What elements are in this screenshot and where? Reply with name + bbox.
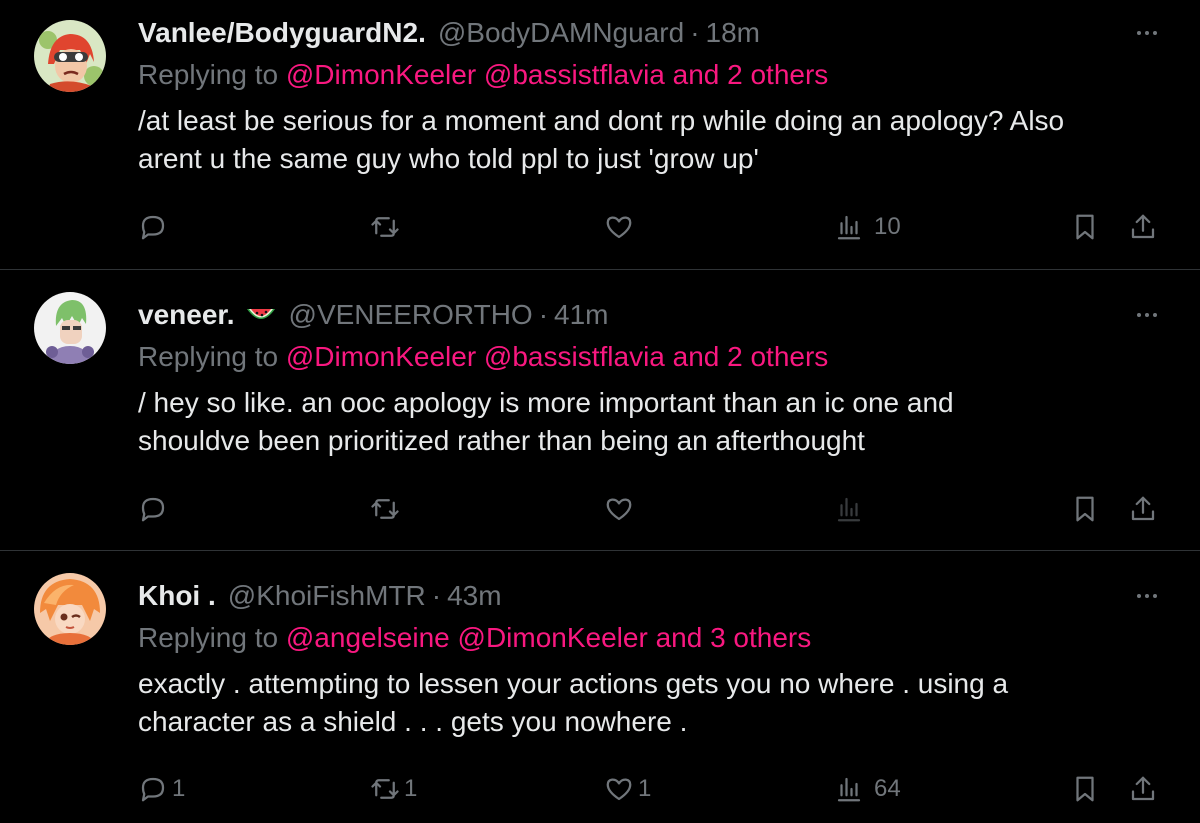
heart-icon	[606, 216, 632, 239]
like-button[interactable]: 1	[604, 769, 651, 809]
more-dots-icon	[1137, 594, 1157, 598]
mention-links[interactable]: @DimonKeeler @bassistflavia and 2 others	[286, 341, 828, 372]
tweet-text-line: shouldve been prioritized rather than be…	[138, 425, 865, 456]
tweet-text-line: /at least be serious for a moment and do…	[138, 105, 1065, 136]
tweet-text-line: arent u the same guy who told ppl to jus…	[138, 143, 759, 174]
reply-count: 1	[172, 775, 186, 802]
reply-button[interactable]: 1	[138, 769, 185, 809]
bookmark-button[interactable]	[1070, 769, 1100, 809]
share-icon	[1131, 776, 1155, 801]
reply-icon	[141, 777, 165, 802]
views-button[interactable]: 64	[834, 769, 901, 809]
bookmark-icon	[1076, 214, 1094, 240]
separator-dot: ·	[690, 17, 700, 48]
heart-icon	[606, 778, 632, 801]
more-options-button[interactable]	[1132, 18, 1162, 48]
reply-icon	[141, 497, 165, 522]
more-dots-icon	[1137, 31, 1157, 35]
share-button[interactable]	[1128, 769, 1158, 809]
tweet-text: exactly . attempting to lessen your acti…	[138, 665, 1178, 741]
tweet-text: /at least be serious for a moment and do…	[138, 102, 1178, 178]
analytics-icon	[837, 777, 861, 802]
reply-button[interactable]	[138, 489, 172, 529]
tweet-header: veneer. @VENEERORTHO · 41m	[138, 295, 1120, 335]
views-count: 10	[874, 213, 901, 240]
separator-dot: ·	[431, 580, 442, 611]
bookmark-icon	[1076, 776, 1094, 802]
orange-hair-avatar-icon	[34, 573, 106, 645]
views-button[interactable]: 10	[834, 207, 901, 247]
reply-icon	[141, 215, 165, 240]
reply-button[interactable]	[138, 207, 172, 247]
timestamp[interactable]: 18m	[706, 17, 760, 49]
tweet-header: Vanlee/BodyguardN2. @BodyDAMNguard · 18m	[138, 13, 1120, 53]
more-dots-icon	[1137, 313, 1157, 317]
timestamp[interactable]: 43m	[447, 580, 501, 612]
tweet-card[interactable]: Khoi . @KhoiFishMTR · 43m Replying to @a…	[0, 551, 1200, 823]
action-bar: 1 1 1 64	[0, 769, 1200, 809]
mention-links[interactable]: @DimonKeeler @bassistflavia and 2 others	[286, 59, 828, 90]
replying-to: Replying to @angelseine @DimonKeeler and…	[138, 622, 811, 654]
action-bar: 10	[0, 207, 1200, 247]
bookmark-button[interactable]	[1070, 489, 1100, 529]
repost-button[interactable]	[370, 207, 404, 247]
separator-dot: ·	[538, 299, 549, 330]
replying-to: Replying to @DimonKeeler @bassistflavia …	[138, 341, 828, 373]
repost-count: 1	[404, 775, 418, 802]
tweet-card[interactable]: Vanlee/BodyguardN2. @BodyDAMNguard · 18m…	[0, 0, 1200, 270]
avatar[interactable]	[34, 573, 106, 645]
bookmark-button[interactable]	[1070, 207, 1100, 247]
replying-to-label: Replying to	[138, 622, 279, 653]
avatar[interactable]	[34, 292, 106, 364]
avatar[interactable]	[34, 20, 106, 92]
user-handle[interactable]: @VENEERORTHO	[289, 299, 533, 331]
replying-to-label: Replying to	[138, 59, 279, 90]
views-button[interactable]	[834, 489, 874, 529]
repost-icon	[371, 499, 399, 519]
tweet-text: / hey so like. an ooc apology is more im…	[138, 384, 1178, 460]
tweet-text-line: / hey so like. an ooc apology is more im…	[138, 387, 954, 418]
replying-to-label: Replying to	[138, 341, 279, 372]
reply-feed: Vanlee/BodyguardN2. @BodyDAMNguard · 18m…	[0, 0, 1200, 823]
tweet-header: Khoi . @KhoiFishMTR · 43m	[138, 576, 1120, 616]
heart-icon	[606, 498, 632, 521]
display-name[interactable]: veneer.	[138, 299, 235, 331]
repost-button[interactable]	[370, 489, 404, 529]
timestamp[interactable]: 41m	[554, 299, 608, 331]
analytics-icon	[837, 497, 861, 522]
like-button[interactable]	[604, 207, 638, 247]
tweet-text-line: exactly . attempting to lessen your acti…	[138, 668, 1009, 699]
like-count: 1	[638, 775, 652, 802]
share-button[interactable]	[1128, 489, 1158, 529]
user-handle[interactable]: @KhoiFishMTR	[228, 580, 426, 612]
share-icon	[1131, 214, 1155, 239]
analytics-icon	[837, 215, 861, 240]
replying-to: Replying to @DimonKeeler @bassistflavia …	[138, 59, 828, 91]
bookmark-icon	[1076, 496, 1094, 522]
display-name[interactable]: Vanlee/BodyguardN2.	[138, 17, 426, 49]
views-count: 64	[874, 775, 901, 802]
mention-links[interactable]: @angelseine @DimonKeeler and 3 others	[286, 622, 811, 653]
share-icon	[1131, 496, 1155, 521]
repost-icon	[371, 779, 399, 799]
more-options-button[interactable]	[1132, 300, 1162, 330]
repost-icon	[371, 217, 399, 237]
watermelon-icon	[245, 303, 277, 327]
user-handle[interactable]: @BodyDAMNguard	[438, 17, 684, 49]
tweet-card[interactable]: veneer. @VENEERORTHO · 41m Replying to @…	[0, 270, 1200, 551]
tweet-text-line: character as a shield . . . gets you now…	[138, 706, 688, 737]
display-name[interactable]: Khoi .	[138, 580, 216, 612]
green-hair-avatar-icon	[34, 292, 106, 364]
red-hair-avatar-icon	[34, 20, 106, 92]
share-button[interactable]	[1128, 207, 1158, 247]
like-button[interactable]	[604, 489, 638, 529]
more-options-button[interactable]	[1132, 581, 1162, 611]
repost-button[interactable]: 1	[370, 769, 417, 809]
action-bar	[0, 489, 1200, 529]
